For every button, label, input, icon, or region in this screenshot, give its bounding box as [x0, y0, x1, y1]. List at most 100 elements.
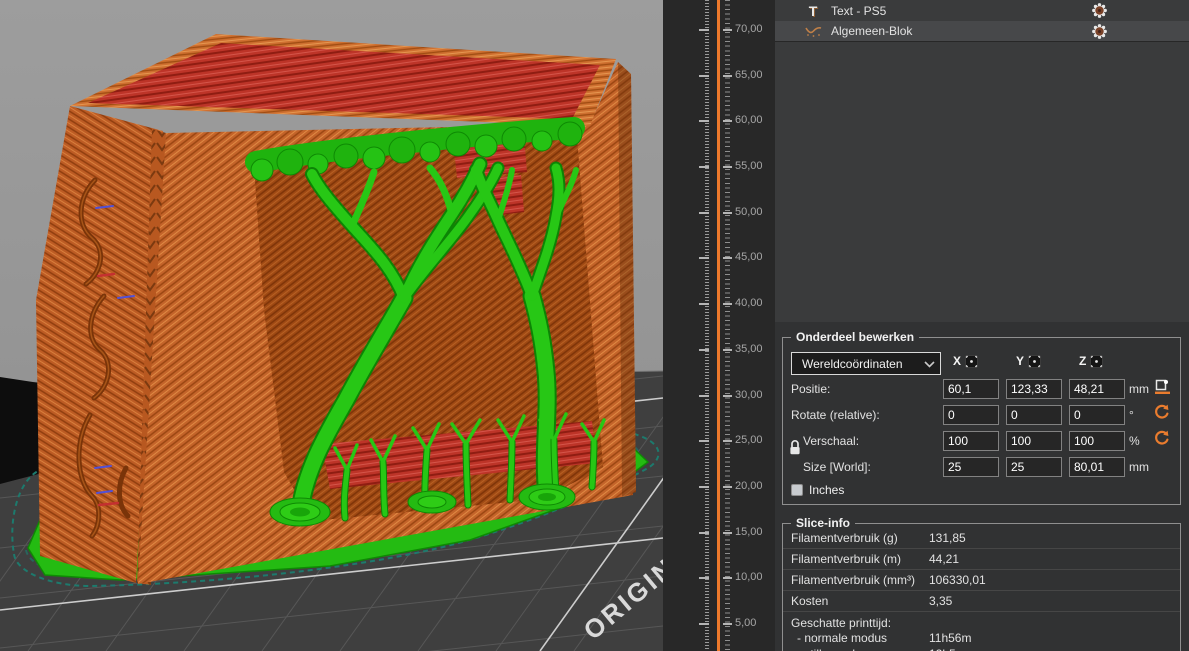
reset-rotation-icon[interactable]: [1154, 404, 1174, 422]
object-list-item[interactable]: Algemeen-Blok: [775, 21, 1189, 42]
ruler-label: 20,00: [735, 480, 775, 492]
object-settings-gear-icon[interactable]: [1092, 24, 1107, 39]
print-time-label: Geschatte printtijd:: [791, 616, 1180, 630]
ruler-major-tick: [723, 623, 732, 625]
ruler-major-tick: [699, 532, 709, 534]
ruler-major-tick: [699, 166, 709, 168]
ruler-major-tick: [699, 303, 709, 305]
axis-select-icon[interactable]: [965, 355, 978, 368]
position-unit: mm: [1129, 382, 1149, 396]
slice-info-row: Filamentverbruik (mm³)106330,01: [783, 570, 1180, 591]
ruler-label: 30,00: [735, 389, 775, 401]
object-list: T Text - PS5: [775, 0, 1189, 322]
ruler-label: 10,00: [735, 571, 775, 583]
position-label: Positie:: [791, 382, 830, 396]
slice-info-row: Filamentverbruik (g)131,85: [783, 528, 1180, 549]
ruler-label: 15,00: [735, 526, 775, 538]
ruler-major-tick: [723, 395, 732, 397]
ruler-label: 60,00: [735, 114, 775, 126]
ruler-major-tick: [699, 440, 709, 442]
ruler-major-tick: [699, 577, 709, 579]
ruler-major-tick: [723, 29, 732, 31]
size-y-input[interactable]: [1006, 457, 1062, 477]
coordinate-system-select[interactable]: Wereldcoördinaten: [791, 352, 941, 375]
rotate-unit: °: [1129, 408, 1134, 422]
ruler-major-tick: [699, 623, 709, 625]
side-panel: T Text - PS5: [775, 0, 1189, 651]
ruler-major-tick: [699, 29, 709, 31]
scale-y-input[interactable]: [1006, 431, 1062, 451]
uniform-scale-lock-icon[interactable]: [788, 439, 802, 461]
drop-to-bed-icon[interactable]: [1154, 378, 1174, 396]
print-time-normal-value: 11h56m: [929, 631, 971, 645]
coordinate-system-value: Wereldcoördinaten: [802, 357, 903, 371]
groupbox-title: Slice-info: [791, 516, 855, 530]
edit-part-groupbox: Onderdeel bewerken Wereldcoördinaten X Y…: [782, 337, 1181, 505]
slice-info-row: Kosten3,35: [783, 591, 1180, 612]
object-settings-gear-icon[interactable]: [1092, 3, 1107, 18]
axis-select-icon[interactable]: [1090, 355, 1103, 368]
ruler-major-tick: [723, 212, 732, 214]
rotate-label: Rotate (relative):: [791, 408, 880, 422]
ruler-major-tick: [699, 120, 709, 122]
axis-header-x: X: [953, 354, 978, 368]
size-x-input[interactable]: [943, 457, 999, 477]
text-tool-icon: T: [803, 4, 823, 18]
ruler-label: 35,00: [735, 343, 775, 355]
ruler-major-tick: [723, 532, 732, 534]
ruler-major-tick: [699, 486, 709, 488]
ruler-major-tick: [723, 349, 732, 351]
scale-z-input[interactable]: [1069, 431, 1125, 451]
chevron-down-icon: [924, 357, 935, 371]
ruler-major-tick: [699, 212, 709, 214]
size-label: Size [World]:: [803, 460, 871, 474]
axis-header-y: Y: [1016, 354, 1041, 368]
ruler-label: 25,00: [735, 434, 775, 446]
scale-x-input[interactable]: [943, 431, 999, 451]
ruler-minor-ticks-left: [705, 0, 709, 651]
print-time-block: Geschatte printtijd: - normale modus 11h…: [783, 616, 1180, 651]
axis-header-z: Z: [1079, 354, 1103, 368]
ruler-major-tick: [699, 395, 709, 397]
ruler-label: 70,00: [735, 23, 775, 35]
print-time-silent-value: 12h5m: [929, 647, 966, 651]
ruler-major-tick: [723, 577, 732, 579]
position-z-input[interactable]: [1069, 379, 1125, 399]
ruler-major-tick: [723, 75, 732, 77]
ruler-major-tick: [723, 120, 732, 122]
axis-select-icon[interactable]: [1028, 355, 1041, 368]
position-x-input[interactable]: [943, 379, 999, 399]
layer-slider[interactable]: [717, 0, 720, 651]
rotate-x-input[interactable]: [943, 405, 999, 425]
groupbox-title: Onderdeel bewerken: [791, 330, 919, 344]
ruler-major-tick: [723, 166, 732, 168]
scale-label: Verschaal:: [803, 434, 859, 448]
rotate-z-input[interactable]: [1069, 405, 1125, 425]
ruler-label: 65,00: [735, 69, 775, 81]
ruler-label: 45,00: [735, 251, 775, 263]
size-z-input[interactable]: [1069, 457, 1125, 477]
mesh-icon: [803, 25, 823, 38]
ruler-major-tick: [723, 486, 732, 488]
object-list-item[interactable]: T Text - PS5: [775, 0, 1189, 21]
inches-checkbox[interactable]: [791, 484, 803, 496]
ruler-major-tick: [699, 349, 709, 351]
inches-checkbox-row[interactable]: Inches: [791, 483, 844, 497]
ruler-label: 40,00: [735, 297, 775, 309]
ruler-major-tick: [699, 257, 709, 259]
ruler-major-tick: [699, 75, 709, 77]
viewport-3d[interactable]: ORIGINAL: [0, 0, 663, 651]
reset-scale-icon[interactable]: [1154, 430, 1174, 448]
rotate-y-input[interactable]: [1006, 405, 1062, 425]
object-label: Text - PS5: [831, 4, 886, 18]
filament-mm3-value: 106330,01: [929, 573, 986, 587]
slice-info-row: Filamentverbruik (m)44,21: [783, 549, 1180, 570]
slicer-window: ORIGINAL: [0, 0, 1189, 651]
ruler-minor-ticks-right: [725, 0, 730, 651]
ruler-label: 50,00: [735, 206, 775, 218]
layer-ruler: 70,0065,0060,0055,0050,0045,0040,0035,00…: [663, 0, 775, 651]
sliced-model-preview: ORIGINAL: [0, 0, 663, 651]
position-y-input[interactable]: [1006, 379, 1062, 399]
filament-m-value: 44,21: [929, 552, 959, 566]
ruler-major-tick: [723, 303, 732, 305]
